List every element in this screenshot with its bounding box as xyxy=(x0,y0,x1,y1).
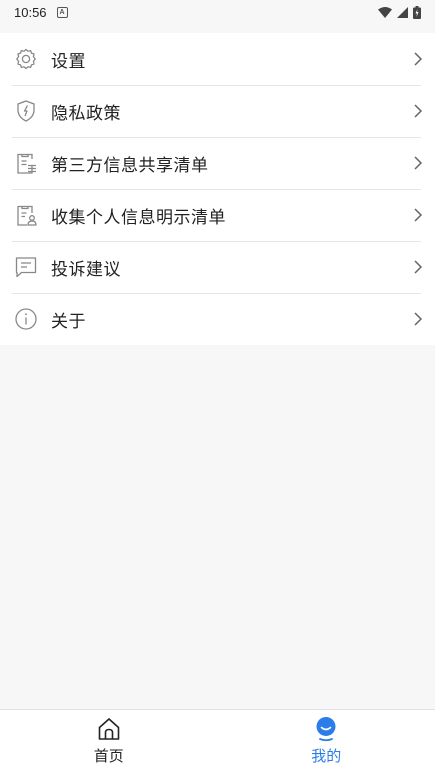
menu-item-label: 关于 xyxy=(51,311,86,332)
menu-item-label: 设置 xyxy=(51,51,86,72)
tab-label: 我的 xyxy=(311,747,342,765)
status-time: 10:56 xyxy=(14,4,47,20)
menu-item-about[interactable]: 关于 xyxy=(0,293,435,345)
message-icon xyxy=(14,255,38,279)
tab-mine[interactable]: 我的 xyxy=(218,710,435,773)
menu-item-settings[interactable]: 设置 xyxy=(0,33,435,85)
battery-icon xyxy=(413,5,421,19)
tab-label: 首页 xyxy=(93,747,124,765)
user-icon xyxy=(316,717,336,742)
gear-icon xyxy=(14,47,38,71)
menu-item-privacy-policy[interactable]: 隐私政策 xyxy=(0,85,435,137)
signal-icon xyxy=(397,6,408,18)
bottom-tab-bar: 首页 我的 xyxy=(0,709,435,773)
menu-item-third-party-list[interactable]: 第三方信息共享清单 xyxy=(0,137,435,189)
chevron-right-icon xyxy=(414,260,423,274)
menu-item-label: 收集个人信息明示清单 xyxy=(51,207,226,228)
info-icon xyxy=(14,307,38,331)
menu-item-label: 隐私政策 xyxy=(51,103,121,124)
chevron-right-icon xyxy=(414,156,423,170)
menu-item-label: 投诉建议 xyxy=(51,259,121,280)
menu-item-personal-info-list[interactable]: 收集个人信息明示清单 xyxy=(0,189,435,241)
home-icon xyxy=(98,718,120,740)
menu-item-feedback[interactable]: 投诉建议 xyxy=(0,241,435,293)
clipboard-list-icon xyxy=(14,151,38,175)
menu-list: 设置 隐私政策 第三方信息共享清单 收集个人信息明示清单 投诉建议 关于 xyxy=(0,33,435,345)
shield-icon xyxy=(14,99,38,123)
status-indicators xyxy=(378,5,421,19)
clipboard-user-icon xyxy=(14,203,38,227)
notification-icon: A xyxy=(56,6,68,18)
wifi-icon xyxy=(378,6,392,18)
chevron-right-icon xyxy=(414,312,423,326)
status-bar: 10:56 A xyxy=(0,0,435,24)
tab-home[interactable]: 首页 xyxy=(0,710,218,773)
chevron-right-icon xyxy=(414,104,423,118)
chevron-right-icon xyxy=(414,208,423,222)
menu-item-label: 第三方信息共享清单 xyxy=(51,155,209,176)
chevron-right-icon xyxy=(414,52,423,66)
